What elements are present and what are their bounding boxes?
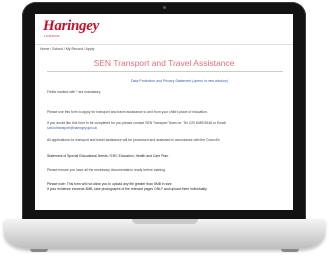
documentation-text: Please ensure you have all the necessary… (47, 168, 166, 172)
contact-email-link[interactable]: schooltransport@haringey.gov.uk (47, 126, 97, 130)
trackpad-notch (132, 219, 198, 224)
laptop-lid: Haringey LONDON Home / School / My Recor… (22, 2, 306, 221)
mandatory-note: Fields marked with * are mandatory. (47, 90, 102, 94)
haringey-logo[interactable]: Haringey (43, 19, 99, 34)
page-title: SEN Transport and Travel Assistance (93, 58, 235, 68)
laptop-foot-left (30, 249, 48, 252)
laptop-base (4, 219, 325, 249)
privacy-statement-link[interactable]: Data Protection and Privacy Statement (o… (131, 79, 228, 83)
laptop-foot-right (281, 249, 299, 252)
logo-subtitle: LONDON (44, 34, 60, 38)
breadcrumb[interactable]: Home / School / My Record / Apply (40, 47, 94, 51)
site-header: Haringey LONDON (35, 14, 293, 42)
assessment-text: All applications for transport and trave… (47, 138, 220, 142)
upload-advice-note: If your evidence exceeds 5MB, take photo… (47, 187, 208, 191)
title-divider (47, 71, 283, 72)
laptop-frame: Haringey LONDON Home / School / My Recor… (0, 0, 329, 272)
header-divider (35, 44, 293, 45)
upload-limit-note: Please note: This form will not allow yo… (47, 182, 173, 186)
intro-text: Please use this form to apply for transp… (47, 110, 208, 114)
contact-text: If you would like this form to be comple… (47, 121, 227, 125)
camera-icon (163, 6, 166, 9)
laptop-screen: Haringey LONDON Home / School / My Recor… (35, 14, 293, 210)
ehc-plan-text: Statement of Special Educational Needs /… (47, 154, 169, 158)
